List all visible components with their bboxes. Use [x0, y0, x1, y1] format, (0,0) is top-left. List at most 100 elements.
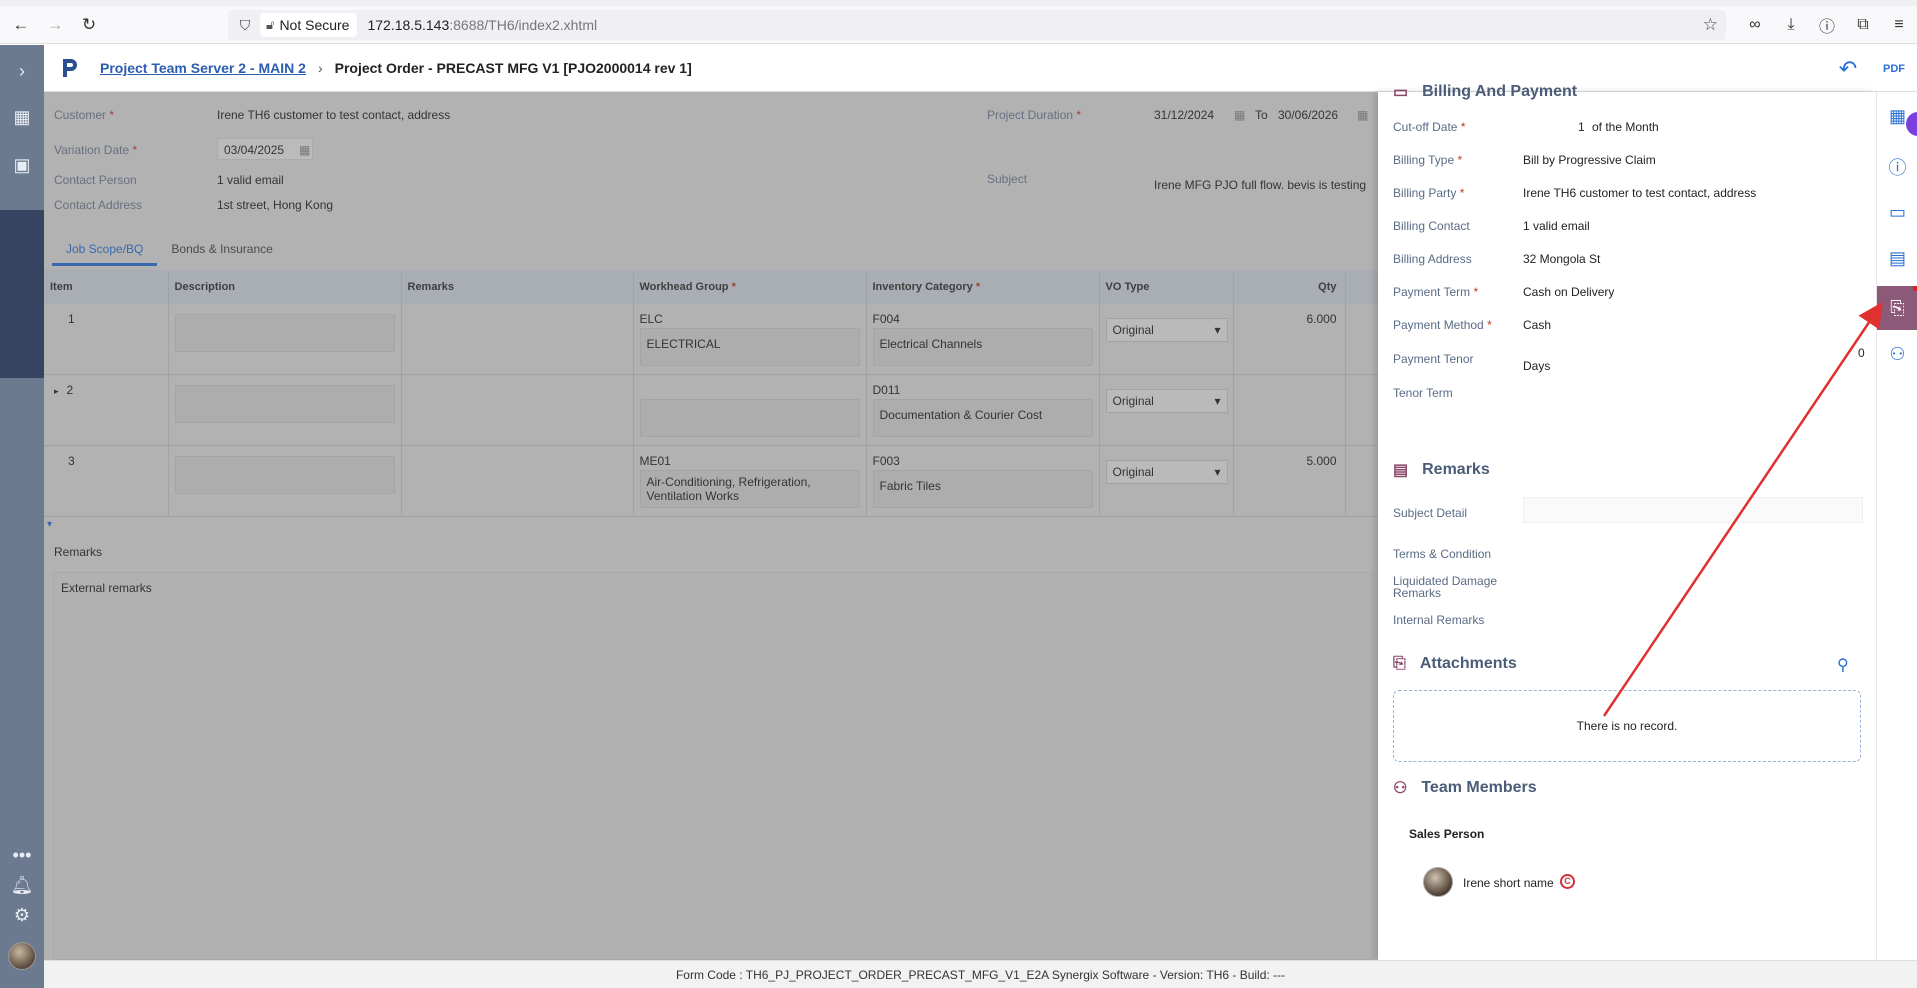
column-header-qty[interactable]: Qty — [1233, 270, 1346, 304]
expand-row-icon[interactable]: ▸ — [54, 386, 59, 396]
subject-value[interactable]: Irene MFG PJO full flow. bevis is testin… — [1154, 178, 1366, 192]
column-header-vo-type[interactable]: VO Type — [1099, 270, 1234, 304]
payment-tenor-label: Payment Tenor — [1393, 352, 1474, 366]
remove-member-icon[interactable]: C — [1560, 874, 1575, 889]
item-cell: 1 — [44, 304, 169, 375]
star-icon[interactable]: ☆ — [1703, 15, 1718, 35]
calendar-icon[interactable]: ▦ — [1234, 108, 1245, 122]
description-input[interactable] — [174, 385, 395, 423]
tab-bar: Job Scope/BQ Bonds & Insurance — [52, 236, 287, 266]
variation-date-label: Variation Date * — [54, 143, 138, 157]
search-icon[interactable]: ⚲ — [1837, 655, 1849, 675]
billing-address-value[interactable]: 32 Mongola St — [1523, 252, 1600, 266]
payment-method-label: Payment Method * — [1393, 318, 1492, 332]
table-row[interactable]: 1 ELC ELECTRICAL F004 Electrical Channels … — [44, 304, 1379, 375]
dashboard-icon[interactable]: ▦ — [0, 107, 44, 128]
column-header-workhead-group[interactable]: Workhead Group * — [633, 270, 867, 304]
vo-type-select[interactable]: Original ▾ — [1105, 318, 1228, 342]
calendar-icon[interactable]: ▦ — [1357, 108, 1368, 122]
payment-term-value[interactable]: Cash on Delivery — [1523, 285, 1614, 299]
address-bar[interactable]: ⛉ 🔓︎ Not Secure 172.18.5.143:8688/TH6/in… — [228, 10, 1726, 40]
inventory-cell: F004 Electrical Channels — [866, 304, 1100, 375]
download-icon[interactable]: ⤓ — [1773, 16, 1809, 34]
customer-value: Irene TH6 customer to test contact, addr… — [217, 108, 451, 122]
workhead-name-box[interactable] — [639, 399, 860, 437]
external-remarks-textarea[interactable]: External remarks — [53, 572, 1373, 960]
inventory-name-box[interactable]: Electrical Channels — [872, 328, 1093, 366]
tab-job-scope[interactable]: Job Scope/BQ — [52, 236, 158, 266]
overflow-cell — [1345, 374, 1379, 446]
billing-icon: ▭ — [1393, 84, 1409, 101]
url-text[interactable]: 172.18.5.143:8688/TH6/index2.xhtml — [367, 17, 597, 33]
footer-form-code: Form Code : TH6_PJ_PROJECT_ORDER_PRECAST… — [44, 960, 1917, 988]
duration-from-value[interactable]: 31/12/2024 — [1154, 108, 1214, 122]
attachments-dropzone[interactable]: There is no record. — [1393, 690, 1861, 762]
contact-person-label: Contact Person — [54, 173, 137, 187]
app-logo-icon[interactable] — [56, 54, 84, 82]
team-members-section-title: ⚇ Team Members — [1393, 779, 1537, 797]
duration-to-value[interactable]: 30/06/2026 — [1278, 108, 1338, 122]
contact-person-value: 1 valid email — [217, 173, 284, 187]
info-icon[interactable]: ⓘ — [1809, 13, 1845, 37]
menu-icon[interactable]: ≡ — [1881, 16, 1917, 34]
left-navigation: › ▦ ▣ ••• 🔔︎ ⚙ — [0, 45, 44, 988]
book-icon[interactable]: ▣ — [0, 155, 44, 176]
payment-method-value[interactable]: Cash — [1523, 318, 1551, 332]
security-indicator[interactable]: 🔓︎ Not Secure — [260, 13, 358, 37]
inventory-name-box[interactable]: Fabric Tiles — [872, 470, 1093, 508]
payment-tenor-value[interactable]: 0 — [1858, 346, 1865, 360]
workhead-name-box[interactable]: ELECTRICAL — [639, 328, 860, 366]
expand-chevron-icon[interactable]: › — [0, 61, 44, 82]
gear-icon[interactable]: ⚙ — [0, 905, 44, 926]
more-icon[interactable]: ••• — [0, 845, 44, 866]
back-icon[interactable]: ← — [8, 12, 34, 38]
vo-type-select[interactable]: Original ▾ — [1105, 389, 1228, 413]
card-icon[interactable]: ▭ — [1877, 202, 1917, 223]
collapse-caret-icon[interactable]: ▾ — [47, 519, 52, 530]
team-panel-icon[interactable]: ⚇ — [1877, 344, 1917, 365]
pdf-icon[interactable]: PDF — [1871, 63, 1917, 75]
column-header-overflow — [1345, 270, 1379, 304]
app-header: Project Team Server 2 - MAIN 2 › Project… — [44, 45, 1917, 92]
cutoff-date-label: Cut-off Date * — [1393, 120, 1466, 134]
column-header-remarks[interactable]: Remarks — [401, 270, 634, 304]
billing-contact-value[interactable]: 1 valid email — [1523, 219, 1590, 233]
remarks-cell[interactable] — [401, 374, 634, 446]
private-mask-icon[interactable]: ∞ — [1737, 16, 1773, 34]
table-row[interactable]: 3 ME01 Air-Conditioning, Refrigeration, V… — [44, 445, 1379, 517]
tab-bonds-insurance[interactable]: Bonds & Insurance — [157, 236, 286, 266]
subject-detail-input[interactable] — [1523, 497, 1863, 523]
workhead-cell: ME01 Air-Conditioning, Refrigeration, Ven… — [633, 445, 867, 517]
description-input[interactable] — [174, 314, 395, 352]
remarks-cell[interactable] — [401, 304, 634, 375]
comment-icon[interactable]: ▤ — [1877, 248, 1917, 269]
inventory-name-box[interactable]: Documentation & Courier Cost — [872, 399, 1093, 437]
user-avatar[interactable] — [8, 942, 36, 970]
cutoff-day-value[interactable]: 1 — [1578, 120, 1585, 134]
extensions-icon[interactable]: ⧉ — [1845, 16, 1881, 34]
remarks-icon: ▤ — [1393, 462, 1409, 479]
description-cell — [168, 304, 402, 375]
attachment-panel-icon[interactable]: ⎘ — [1877, 286, 1917, 330]
undo-icon[interactable]: ↶ — [1825, 56, 1871, 82]
reload-icon[interactable]: ↻ — [76, 12, 102, 38]
description-input[interactable] — [174, 456, 395, 494]
billing-type-value[interactable]: Bill by Progressive Claim — [1523, 153, 1656, 167]
attachments-section-title: ⎘ Attachments — [1393, 655, 1517, 672]
workhead-name-box[interactable]: Air-Conditioning, Refrigeration, Ventila… — [639, 470, 860, 508]
shield-icon[interactable]: ⛉ — [234, 17, 256, 34]
breadcrumb-link[interactable]: Project Team Server 2 - MAIN 2 — [100, 60, 306, 76]
info-circle-icon[interactable]: ⓘ — [1877, 154, 1917, 180]
calendar-icon[interactable]: ▦ — [299, 143, 310, 157]
billing-party-value[interactable]: Irene TH6 customer to test contact, addr… — [1523, 186, 1756, 200]
forward-icon[interactable]: → — [42, 12, 68, 38]
column-header-item[interactable]: Item — [44, 270, 169, 304]
vo-type-select[interactable]: Original ▾ — [1105, 460, 1228, 484]
table-header-row: Item Description Remarks Workhead Group … — [44, 270, 1379, 304]
bell-icon[interactable]: 🔔︎ — [0, 875, 44, 896]
column-header-inventory-category[interactable]: Inventory Category * — [866, 270, 1100, 304]
remarks-cell[interactable] — [401, 445, 634, 517]
inventory-cell: D011 Documentation & Courier Cost — [866, 374, 1100, 446]
column-header-description[interactable]: Description — [168, 270, 402, 304]
table-row[interactable]: ▸ 2 D011 Documentation & Courier Cost Orig… — [44, 374, 1379, 446]
